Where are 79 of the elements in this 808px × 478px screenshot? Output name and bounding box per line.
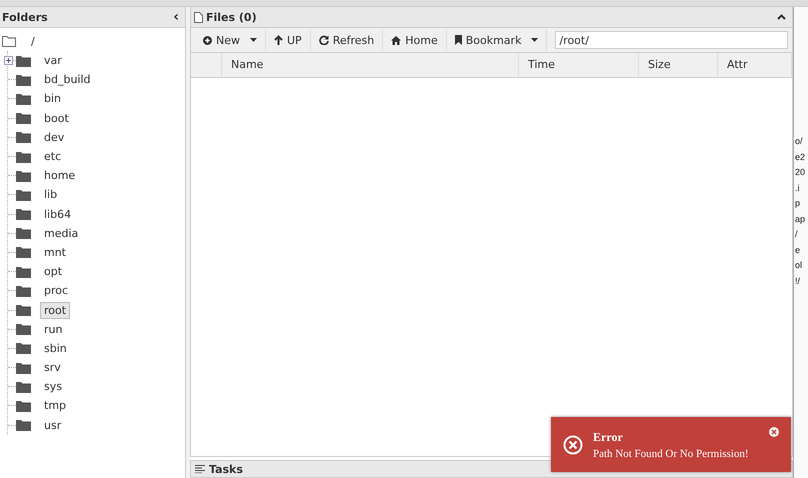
tree-item[interactable]: home [40, 167, 80, 184]
toolbar-button[interactable]: Refresh [310, 29, 384, 51]
toolbar-button[interactable]: UP [266, 29, 311, 51]
panel-title: Files (0) [206, 10, 257, 24]
list-icon [195, 465, 205, 473]
tree-item[interactable]: root [40, 302, 70, 319]
refresh-icon [318, 35, 329, 45]
folder-icon [16, 54, 31, 67]
folder-icon [16, 170, 31, 182]
tree-item[interactable]: lib64 [40, 206, 76, 223]
toolbar-button[interactable]: Bookmark [446, 29, 548, 51]
tree-item[interactable]: dev [40, 128, 68, 146]
panel-title: Folders [2, 10, 48, 24]
tree-item[interactable]: sbin [40, 340, 71, 357]
background-text: o/ [795, 135, 804, 148]
folder-icon [16, 150, 31, 163]
folder-outline-icon [2, 36, 16, 47]
folder-icon [16, 227, 31, 240]
toast-message: Path Not Found Or No Permission! [593, 448, 749, 460]
background-text: / [795, 228, 799, 241]
up-arrow-icon [274, 35, 283, 45]
tree-item[interactable]: usr [40, 416, 66, 434]
tree-item[interactable]: proc [40, 282, 72, 300]
collapse-button[interactable]: ‹ [173, 10, 179, 24]
folder-icon [16, 208, 31, 220]
tree-item[interactable]: srv [40, 359, 65, 376]
background-text: ol [795, 259, 804, 272]
background-text: e2 [795, 150, 806, 164]
background-text: .i [795, 182, 800, 194]
folder-icon [16, 131, 31, 144]
toolbar-button[interactable]: New [195, 29, 266, 51]
tree-item[interactable]: mnt [40, 244, 70, 261]
tree-item[interactable]: bd_build [40, 71, 95, 88]
expand-toggle-icon[interactable] [4, 56, 13, 66]
column-header[interactable]: Size [639, 53, 718, 77]
folder-icon [16, 342, 31, 354]
folder-icon [16, 323, 31, 336]
close-icon[interactable] [769, 427, 779, 437]
tree-item[interactable]: lib [40, 186, 62, 204]
file-icon [194, 12, 203, 22]
bookmark-icon [454, 35, 462, 45]
background-text: !/ [795, 274, 802, 288]
background-text: ap [795, 212, 806, 226]
folder-icon [16, 112, 31, 124]
tree-item[interactable]: sys [40, 378, 66, 396]
tree-item[interactable]: opt [40, 263, 66, 280]
folder-icon [16, 284, 31, 297]
tree-item[interactable]: boot [40, 110, 73, 127]
folder-icon [16, 188, 31, 201]
folder-icon [16, 266, 31, 278]
tree-item[interactable]: / [31, 35, 35, 48]
folder-icon [16, 400, 31, 412]
home-icon [391, 36, 402, 44]
background-text: 20 [795, 166, 806, 179]
folder-icon [16, 246, 31, 258]
panel-title[interactable]: Tasks [209, 462, 243, 476]
toolbar-button[interactable]: Home [383, 29, 447, 51]
folder-icon [16, 380, 31, 393]
column-header[interactable]: Time [519, 53, 639, 77]
path-field[interactable]: /root/ [555, 31, 788, 49]
tree-item[interactable]: tmp [40, 397, 70, 414]
toast-title: Error [593, 430, 624, 444]
tree-item[interactable]: run [40, 320, 66, 338]
column-header[interactable]: Attr [718, 53, 792, 77]
background-text: e [795, 244, 802, 256]
background-text: p [795, 197, 802, 210]
folder-icon [16, 362, 31, 374]
tree-item[interactable]: media [40, 224, 82, 242]
folder-icon [16, 304, 31, 316]
folder-icon [16, 74, 31, 86]
error-icon [563, 434, 583, 454]
column-header[interactable]: Name [222, 53, 519, 77]
plus-circle-icon [203, 36, 212, 44]
folder-icon [16, 419, 31, 432]
chevron-up-icon[interactable] [777, 14, 786, 20]
tree-item[interactable]: etc [40, 148, 66, 166]
tree-item[interactable]: bin [40, 90, 66, 108]
tree-item[interactable]: var [40, 52, 66, 70]
folder-icon [16, 92, 31, 105]
